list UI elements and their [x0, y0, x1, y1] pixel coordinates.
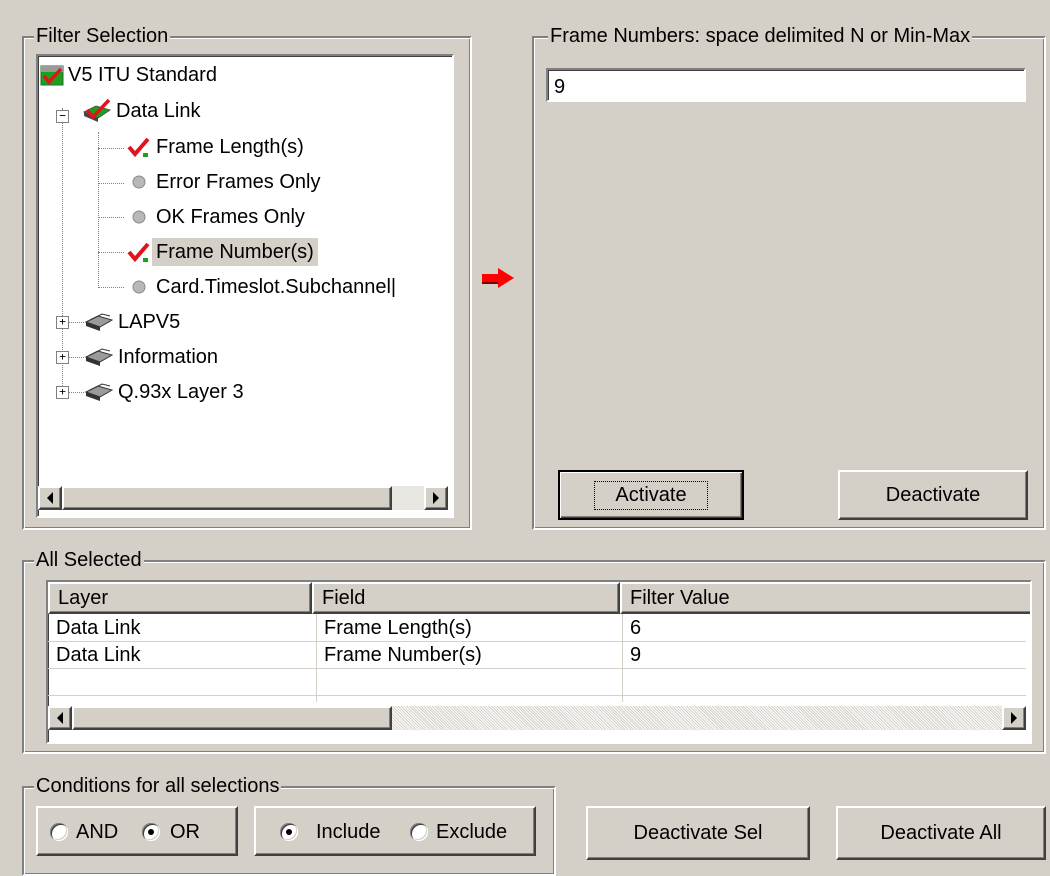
include-label[interactable]: Include — [316, 820, 381, 844]
arrow-right-icon — [1011, 712, 1017, 724]
arrow-left-icon — [57, 712, 63, 724]
unchecked-field-icon — [132, 280, 146, 294]
and-radio[interactable] — [50, 823, 68, 841]
table-cell[interactable]: Data Link — [48, 615, 316, 642]
table-cell[interactable]: 9 — [622, 642, 1022, 669]
tree-connector — [68, 392, 84, 393]
tree-connector — [98, 217, 124, 218]
table-cell[interactable]: Frame Number(s) — [316, 642, 622, 669]
checked-field-icon — [127, 137, 150, 158]
book-icon — [84, 313, 114, 331]
activate-button[interactable]: Activate — [558, 470, 744, 520]
scroll-right-button[interactable] — [1002, 706, 1026, 730]
book-icon — [84, 383, 114, 401]
tree-label-frame-length: Frame Length(s) — [156, 136, 304, 158]
filter-tree[interactable]: V5 ITU Standard − Data Link Frame Length… — [36, 54, 454, 518]
selected-table[interactable]: Layer Field Filter Value Data Link Frame… — [46, 580, 1032, 744]
exclude-label[interactable]: Exclude — [436, 820, 507, 844]
tree-connector — [98, 183, 124, 184]
scroll-thumb[interactable] — [72, 706, 392, 730]
table-cell[interactable]: Frame Length(s) — [316, 615, 622, 642]
tree-node-ok-frames[interactable]: OK Frames Only — [126, 200, 309, 234]
column-header-field[interactable]: Field — [312, 582, 620, 614]
column-header-filter-value[interactable]: Filter Value — [620, 582, 1030, 614]
tree-connector — [98, 252, 124, 253]
tree-connector — [98, 132, 99, 288]
tree-label-information: Information — [118, 346, 219, 368]
tree-label-error-frames: Error Frames Only — [156, 171, 321, 193]
unchecked-field-icon — [132, 210, 146, 224]
or-label[interactable]: OR — [170, 820, 200, 844]
exclude-radio[interactable] — [410, 823, 428, 841]
tree-node-frame-length[interactable]: Frame Length(s) — [126, 130, 308, 164]
tree-label-ok-frames: OK Frames Only — [156, 206, 305, 228]
tree-node-data-link[interactable]: Data Link — [82, 94, 205, 128]
tree-label-lapv5: LAPV5 — [118, 311, 181, 333]
scroll-left-button[interactable] — [38, 486, 62, 510]
include-radio[interactable] — [280, 823, 298, 841]
all-selected-title: All Selected — [34, 548, 144, 572]
expand-icon[interactable]: + — [56, 316, 69, 329]
tree-connector — [68, 357, 84, 358]
deactivate-all-button[interactable]: Deactivate All — [836, 806, 1046, 860]
tree-node-lapv5[interactable]: LAPV5 — [84, 305, 184, 339]
tree-node-card-timeslot[interactable]: Card.Timeslot.Subchannel| — [126, 270, 400, 304]
tree-node-information[interactable]: Information — [84, 340, 222, 374]
apply-arrow-icon — [482, 268, 514, 288]
frame-numbers-group: Frame Numbers: space delimited N or Min-… — [532, 24, 1046, 530]
frame-numbers-input[interactable]: 9 — [546, 68, 1026, 102]
expand-icon[interactable]: + — [56, 386, 69, 399]
checked-filter-icon — [40, 65, 64, 86]
checked-book-icon — [82, 98, 112, 122]
arrow-left-icon — [47, 492, 53, 504]
conditions-title: Conditions for all selections — [34, 774, 282, 798]
unchecked-field-icon — [132, 175, 146, 189]
scroll-right-button[interactable] — [424, 486, 448, 510]
checked-field-icon — [127, 242, 150, 263]
tree-node-error-frames[interactable]: Error Frames Only — [126, 165, 324, 199]
tree-connector — [98, 287, 124, 288]
table-cell[interactable]: Data Link — [48, 642, 316, 669]
tree-label-card-timeslot: Card.Timeslot.Subchannel| — [156, 276, 397, 298]
scroll-left-button[interactable] — [48, 706, 72, 730]
table-cell[interactable]: 6 — [622, 615, 1022, 642]
arrow-right-icon — [433, 492, 439, 504]
tree-label-data-link: Data Link — [116, 100, 201, 122]
scroll-thumb[interactable] — [62, 486, 392, 510]
frame-numbers-title: Frame Numbers: space delimited N or Min-… — [548, 24, 973, 48]
deactivate-sel-button[interactable]: Deactivate Sel — [586, 806, 810, 860]
tree-node-q93x[interactable]: Q.93x Layer 3 — [84, 375, 248, 409]
book-icon — [84, 348, 114, 366]
collapse-icon[interactable]: − — [56, 110, 69, 123]
tree-label-frame-number: Frame Number(s) — [152, 238, 318, 266]
tree-connector — [68, 322, 84, 323]
expand-icon[interactable]: + — [56, 351, 69, 364]
activate-label: Activate — [594, 480, 708, 510]
and-label[interactable]: AND — [76, 820, 118, 844]
tree-hscrollbar[interactable] — [38, 486, 448, 510]
filter-selection-title: Filter Selection — [34, 24, 171, 48]
table-hscrollbar[interactable] — [48, 706, 1026, 730]
tree-node-root[interactable]: V5 ITU Standard — [40, 58, 221, 92]
deactivate-button[interactable]: Deactivate — [838, 470, 1028, 520]
deactivate-all-label: Deactivate All — [880, 821, 1002, 844]
grid-line — [48, 695, 1026, 696]
deactivate-sel-label: Deactivate Sel — [633, 821, 763, 844]
tree-node-frame-number[interactable]: Frame Number(s) — [126, 235, 318, 269]
tree-label-root: V5 ITU Standard — [68, 64, 217, 86]
deactivate-label: Deactivate — [885, 483, 981, 506]
column-header-layer[interactable]: Layer — [48, 582, 312, 614]
tree-label-q93x: Q.93x Layer 3 — [118, 381, 244, 403]
tree-connector — [98, 148, 124, 149]
or-radio[interactable] — [142, 823, 160, 841]
